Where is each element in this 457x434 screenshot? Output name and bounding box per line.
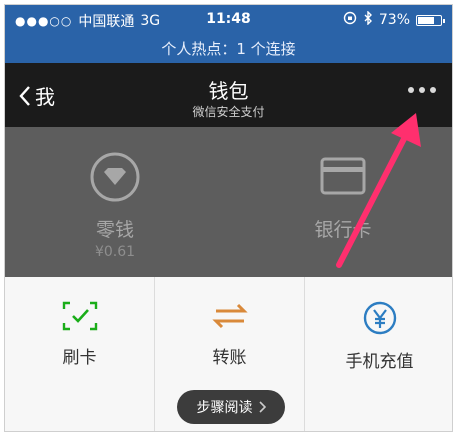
more-dot xyxy=(419,87,425,93)
page-subtitle: 微信安全支付 xyxy=(192,105,265,119)
status-bar: ●●●○○ 中国联通 3G 11:48 73% xyxy=(5,5,452,35)
hotspot-banner[interactable]: 个人热点：1 个连接 xyxy=(5,35,452,63)
battery-percent: 73% xyxy=(378,12,410,28)
more-dot xyxy=(430,87,436,93)
page-title: 钱包 xyxy=(208,79,249,103)
scan-card-icon xyxy=(62,301,97,331)
chevron-right-icon xyxy=(258,401,266,413)
navigation-bar: 我 钱包 微信安全支付 xyxy=(5,63,452,127)
battery-icon xyxy=(416,14,445,26)
yen-icon xyxy=(363,301,396,335)
coin-icon xyxy=(90,152,140,202)
change-label: 零钱 xyxy=(95,219,134,241)
transfer-icon xyxy=(211,303,248,329)
step-reading-label: 步骤阅读 xyxy=(196,400,253,416)
service-scan-card[interactable]: 刷卡 xyxy=(5,277,154,397)
step-reading-button[interactable]: 步骤阅读 xyxy=(177,390,285,424)
service-label: 转账 xyxy=(212,348,247,368)
phone-screen: ●●●○○ 中国联通 3G 11:48 73% 个人热点：1 个连接 我 钱包 … xyxy=(4,4,453,432)
bank-card-label: 银行卡 xyxy=(314,219,372,241)
bank-card[interactable]: 银行卡 xyxy=(243,151,443,242)
more-dot xyxy=(408,87,414,93)
more-button[interactable] xyxy=(408,87,436,93)
wallet-panel: 零钱 ¥0.61 银行卡 xyxy=(5,127,452,277)
service-label: 手机充值 xyxy=(345,352,414,372)
service-mobile-topup[interactable]: 手机充值 xyxy=(305,277,452,397)
bluetooth-icon xyxy=(363,10,373,29)
change-amount: ¥0.61 xyxy=(94,244,136,260)
bank-card-icon xyxy=(320,157,366,195)
service-transfer[interactable]: 转账 xyxy=(155,277,304,397)
service-label: 刷卡 xyxy=(62,348,97,368)
rotation-lock-icon xyxy=(343,11,357,29)
change-balance[interactable]: 零钱 ¥0.61 xyxy=(15,151,215,260)
